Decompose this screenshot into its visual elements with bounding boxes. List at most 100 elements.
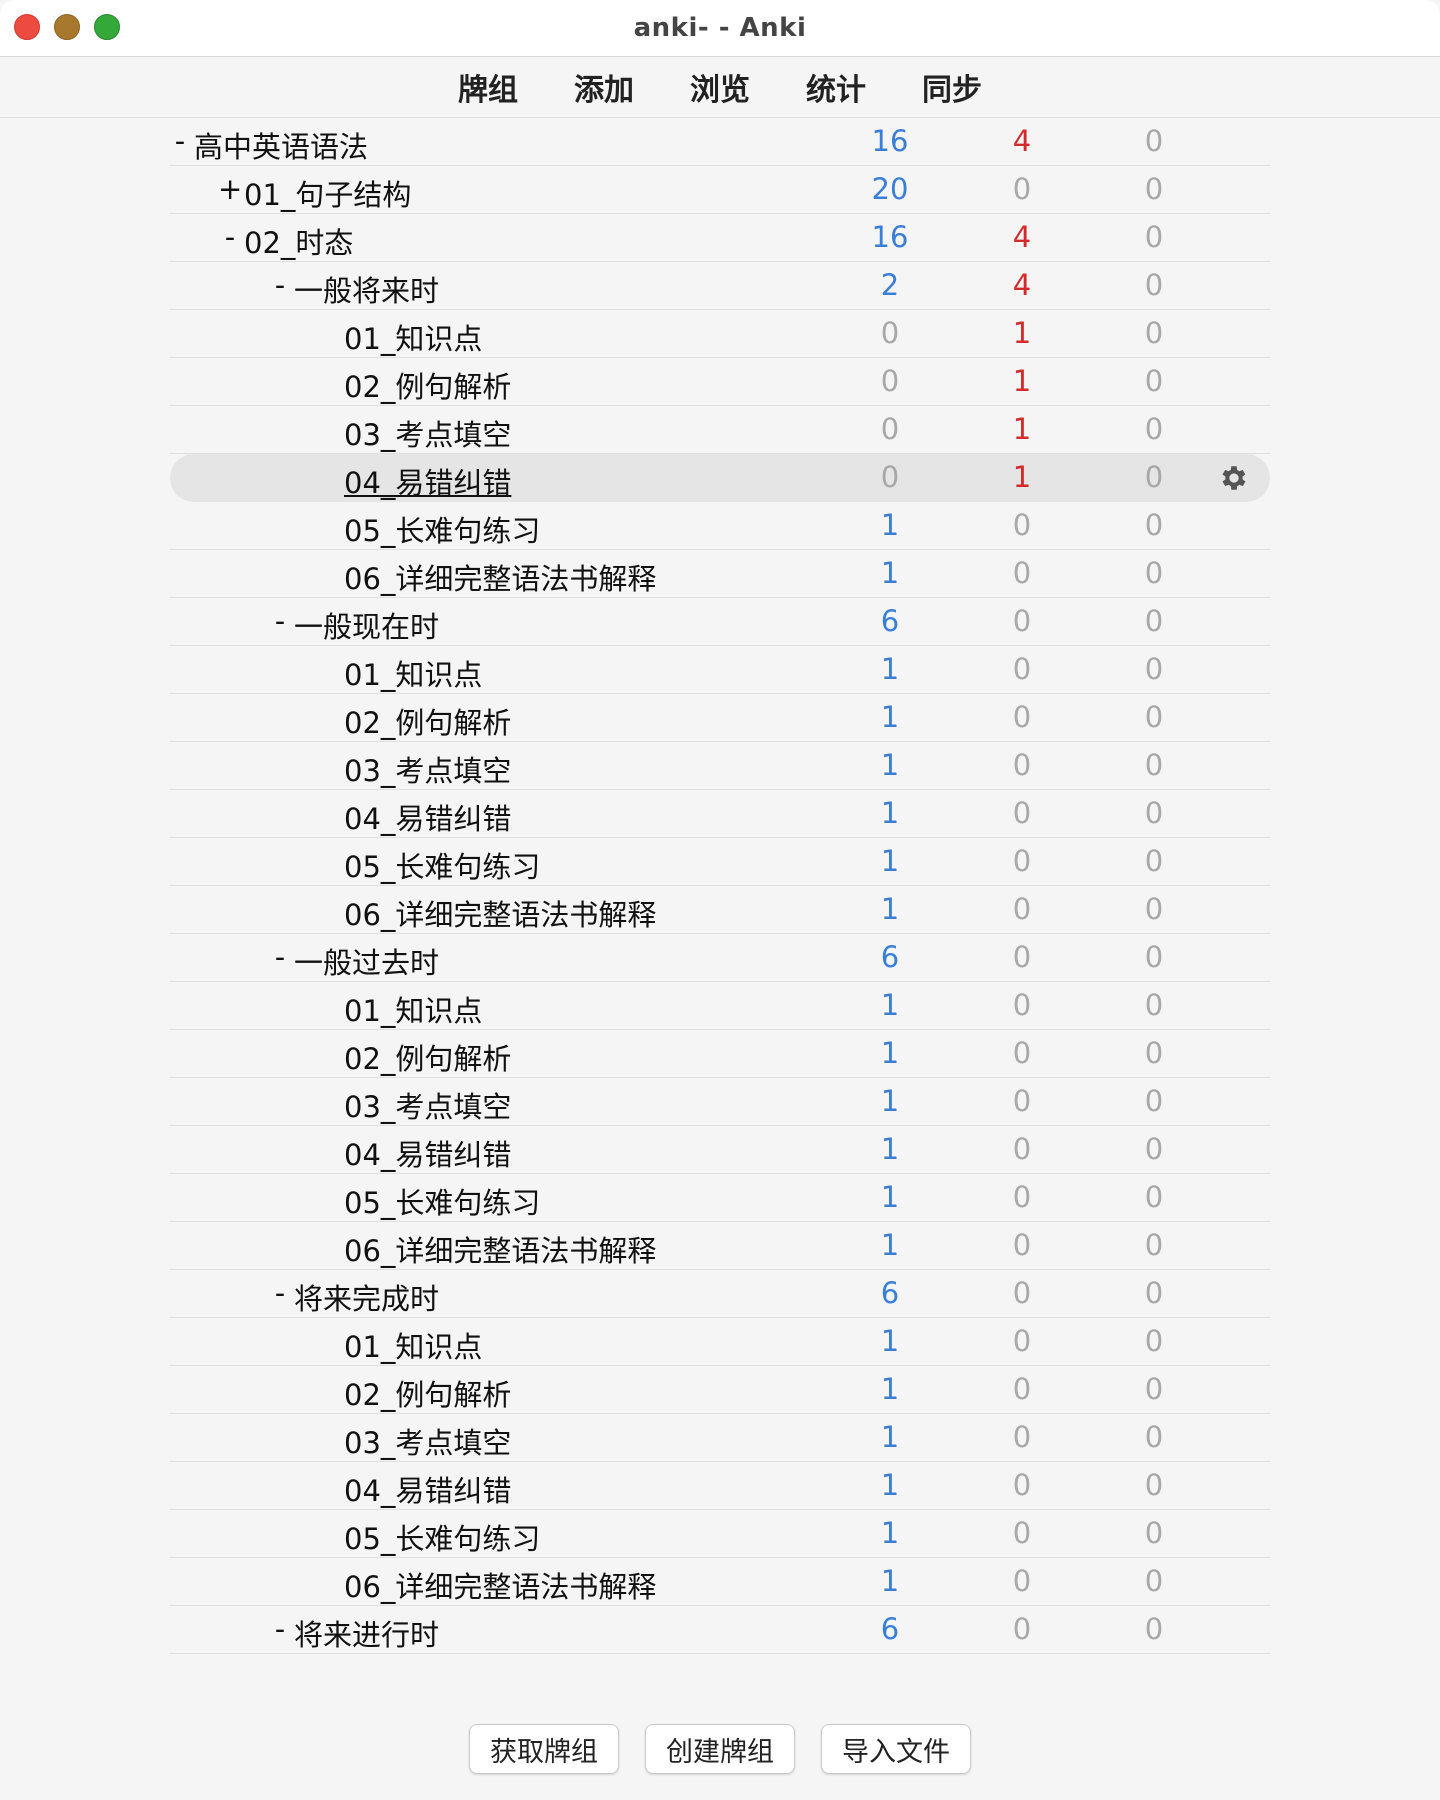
collapse-toggle[interactable]: -	[268, 1276, 292, 1310]
deck-row[interactable]: 01_知识点 1 0 0	[170, 1318, 1270, 1366]
deck-row[interactable]: 02_例句解析 0 1 0	[170, 358, 1270, 406]
collapse-toggle[interactable]: -	[268, 1612, 292, 1646]
new-count: 6	[880, 1276, 900, 1310]
deck-row[interactable]: -02_时态 16 4 0	[170, 214, 1270, 262]
due-count: 0	[1144, 460, 1164, 494]
due-count: 0	[1144, 412, 1164, 446]
toolbar-browse[interactable]: 浏览	[690, 65, 750, 109]
deck-row[interactable]: 04_易错纠错 0 1 0	[170, 454, 1270, 502]
learn-count: 1	[1012, 460, 1032, 494]
import-file-button[interactable]: 导入文件	[821, 1724, 971, 1774]
deck-row[interactable]: 03_考点填空 1 0 0	[170, 1414, 1270, 1462]
deck-name[interactable]: 01_知识点	[344, 316, 482, 358]
deck-name[interactable]: 05_长难句练习	[344, 844, 540, 886]
deck-name[interactable]: 将来进行时	[294, 1612, 439, 1654]
deck-name[interactable]: 03_考点填空	[344, 1084, 511, 1126]
deck-row[interactable]: 05_长难句练习 1 0 0	[170, 1174, 1270, 1222]
deck-row[interactable]: 05_长难句练习 1 0 0	[170, 1510, 1270, 1558]
deck-row[interactable]: 03_考点填空 1 0 0	[170, 742, 1270, 790]
deck-row[interactable]: - 一般过去时 6 0 0	[170, 934, 1270, 982]
deck-name[interactable]: 06_详细完整语法书解释	[344, 1564, 656, 1606]
deck-name[interactable]: 02_时态	[244, 220, 353, 262]
toolbar-sync[interactable]: 同步	[922, 65, 982, 109]
deck-name[interactable]: 01_知识点	[344, 652, 482, 694]
deck-name[interactable]: 一般将来时	[294, 268, 439, 310]
new-count: 1	[880, 1324, 900, 1358]
deck-row[interactable]: 06_详细完整语法书解释 1 0 0	[170, 886, 1270, 934]
deck-row[interactable]: 06_详细完整语法书解释 1 0 0	[170, 550, 1270, 598]
learn-count: 0	[1012, 604, 1032, 638]
collapse-toggle[interactable]: -	[218, 220, 242, 254]
deck-row[interactable]: - 将来完成时 6 0 0	[170, 1270, 1270, 1318]
learn-count: 0	[1012, 1516, 1032, 1550]
collapse-toggle[interactable]: -	[268, 940, 292, 974]
deck-name[interactable]: 03_考点填空	[344, 1420, 511, 1462]
deck-name[interactable]: 01_知识点	[344, 988, 482, 1030]
minimize-window-button[interactable]	[54, 14, 80, 40]
toolbar-decks[interactable]: 牌组	[458, 65, 518, 109]
expand-toggle[interactable]: +	[218, 172, 242, 206]
deck-name[interactable]: 01_知识点	[344, 1324, 482, 1366]
deck-name[interactable]: 03_考点填空	[344, 748, 511, 790]
deck-row[interactable]: 02_例句解析 1 0 0	[170, 1030, 1270, 1078]
deck-name[interactable]: 02_例句解析	[344, 364, 511, 406]
deck-row[interactable]: 03_考点填空 1 0 0	[170, 1078, 1270, 1126]
due-count: 0	[1144, 988, 1164, 1022]
deck-row[interactable]: 05_长难句练习 1 0 0	[170, 502, 1270, 550]
deck-row[interactable]: 01_知识点 0 1 0	[170, 310, 1270, 358]
get-shared-decks-button[interactable]: 获取牌组	[469, 1724, 619, 1774]
deck-row[interactable]: 03_考点填空 0 1 0	[170, 406, 1270, 454]
deck-row[interactable]: 06_详细完整语法书解释 1 0 0	[170, 1222, 1270, 1270]
deck-name[interactable]: 06_详细完整语法书解释	[344, 556, 656, 598]
deck-row[interactable]: - 一般将来时 2 4 0	[170, 262, 1270, 310]
due-count: 0	[1144, 1516, 1164, 1550]
deck-name[interactable]: 05_长难句练习	[344, 1180, 540, 1222]
deck-row[interactable]: 02_例句解析 1 0 0	[170, 1366, 1270, 1414]
deck-row[interactable]: 01_知识点 1 0 0	[170, 982, 1270, 1030]
deck-row[interactable]: 02_例句解析 1 0 0	[170, 694, 1270, 742]
deck-name[interactable]: 06_详细完整语法书解释	[344, 1228, 656, 1270]
toolbar-add[interactable]: 添加	[574, 65, 634, 109]
deck-name[interactable]: 04_易错纠错	[344, 1132, 511, 1174]
deck-name[interactable]: 将来完成时	[294, 1276, 439, 1318]
deck-name[interactable]: 02_例句解析	[344, 700, 511, 742]
learn-count: 0	[1012, 700, 1032, 734]
deck-row[interactable]: 04_易错纠错 1 0 0	[170, 1462, 1270, 1510]
deck-row[interactable]: - 一般现在时 6 0 0	[170, 598, 1270, 646]
collapse-toggle[interactable]: -	[268, 604, 292, 638]
deck-name[interactable]: 01_句子结构	[244, 172, 411, 214]
deck-name[interactable]: 高中英语语法	[194, 124, 368, 166]
collapse-toggle[interactable]: -	[168, 124, 192, 158]
deck-name[interactable]: 06_详细完整语法书解释	[344, 892, 656, 934]
due-count: 0	[1144, 940, 1164, 974]
deck-name[interactable]: 05_长难句练习	[344, 1516, 540, 1558]
deck-row[interactable]: - 高中英语语法 16 4 0	[170, 118, 1270, 166]
close-window-button[interactable]	[14, 14, 40, 40]
deck-row[interactable]: 05_长难句练习 1 0 0	[170, 838, 1270, 886]
deck-row[interactable]: 04_易错纠错 1 0 0	[170, 790, 1270, 838]
deck-name[interactable]: 05_长难句练习	[344, 508, 540, 550]
deck-row[interactable]: 01_知识点 1 0 0	[170, 646, 1270, 694]
deck-row[interactable]: 06_详细完整语法书解释 1 0 0	[170, 1558, 1270, 1606]
deck-name[interactable]: 04_易错纠错	[344, 1468, 511, 1510]
deck-name[interactable]: 04_易错纠错	[344, 796, 511, 838]
new-count: 6	[880, 1612, 900, 1646]
learn-count: 0	[1012, 1468, 1032, 1502]
collapse-toggle[interactable]: -	[268, 268, 292, 302]
deck-name[interactable]: 02_例句解析	[344, 1372, 511, 1414]
deck-name[interactable]: 一般现在时	[294, 604, 439, 646]
toolbar-stats[interactable]: 统计	[806, 65, 866, 109]
deck-name[interactable]: 一般过去时	[294, 940, 439, 982]
deck-name[interactable]: 03_考点填空	[344, 412, 511, 454]
deck-name[interactable]: 02_例句解析	[344, 1036, 511, 1078]
deck-row[interactable]: - 将来进行时 6 0 0	[170, 1606, 1270, 1654]
deck-row[interactable]: +01_句子结构 20 0 0	[170, 166, 1270, 214]
due-count: 0	[1144, 1324, 1164, 1358]
deck-list: +大学四六级考研英语语法1730-高中英语语法1640+01_句子结构2000-…	[168, 70, 1270, 1654]
deck-row[interactable]: 04_易错纠错 1 0 0	[170, 1126, 1270, 1174]
zoom-window-button[interactable]	[94, 14, 120, 40]
deck-name[interactable]: 04_易错纠错	[344, 460, 511, 502]
create-deck-button[interactable]: 创建牌组	[645, 1724, 795, 1774]
new-count: 6	[880, 604, 900, 638]
gear-icon[interactable]	[1218, 462, 1250, 494]
